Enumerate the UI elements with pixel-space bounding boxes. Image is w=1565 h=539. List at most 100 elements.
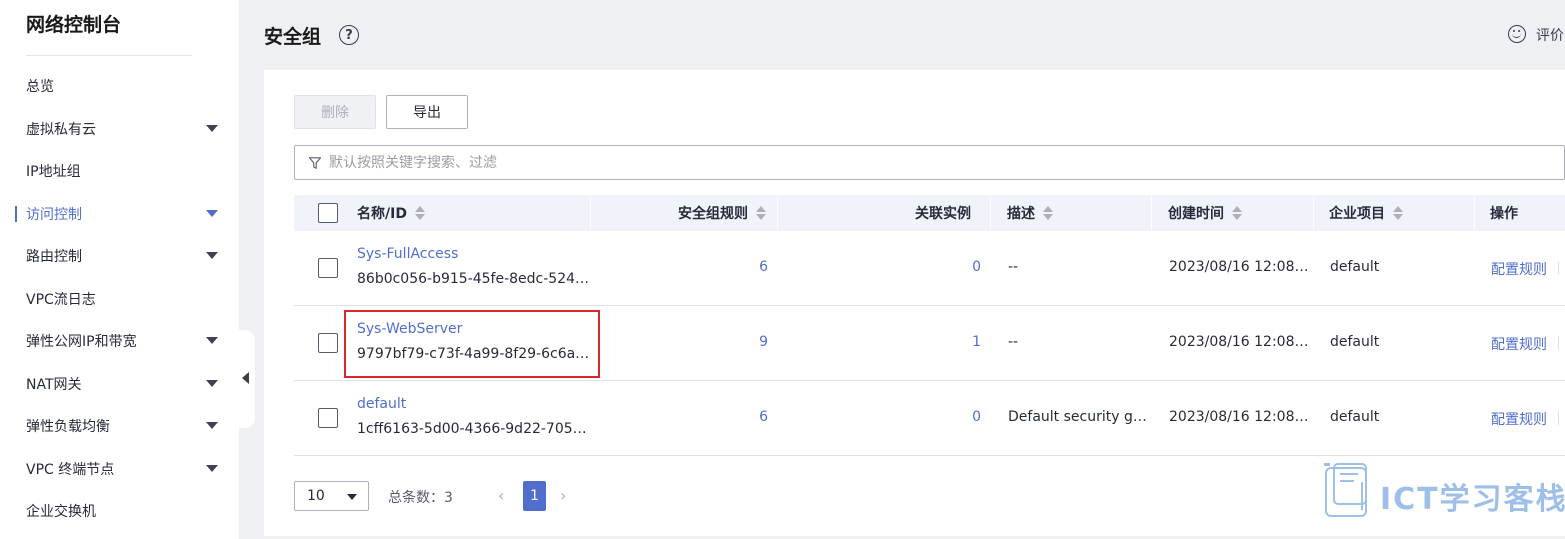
column-divider [590, 197, 591, 229]
row-checkbox[interactable] [318, 333, 338, 353]
column-header-created[interactable]: 创建时间 [1168, 195, 1242, 231]
sidebar-item-vpc-endpoint[interactable]: VPC 终端节点 [0, 452, 239, 486]
active-indicator [15, 206, 17, 222]
book-icon [1324, 463, 1367, 517]
chevron-down-icon [206, 337, 218, 344]
column-divider [1151, 197, 1152, 229]
sidebar-item-label: 总览 [26, 79, 54, 95]
select-all-checkbox[interactable] [318, 203, 338, 223]
column-header-project[interactable]: 企业项目 [1329, 195, 1403, 231]
rate-link[interactable]: 评价 [1536, 25, 1564, 45]
sidebar-item-label: 弹性负载均衡 [26, 419, 110, 435]
sidebar-item-vpc[interactable]: 虚拟私有云 [0, 112, 239, 146]
chevron-down-icon [206, 465, 218, 472]
action-divider [1558, 336, 1559, 350]
total-count: 总条数：3 [388, 490, 453, 506]
security-group-id: 1cff6163-5d00-4366-9d22-705… [357, 421, 587, 437]
sidebar-divider [26, 55, 192, 56]
security-group-name-link[interactable]: Sys-FullAccess [357, 246, 458, 262]
rules-count-link[interactable]: 9 [759, 334, 768, 350]
rules-count-link[interactable]: 6 [759, 259, 768, 275]
sidebar-item-enterprise-switch[interactable]: 企业交换机 [0, 494, 239, 528]
table-row: Sys-FullAccess 86b0c056-b915-45fe-8edc-5… [294, 231, 1565, 306]
description-cell: -- [1008, 334, 1019, 350]
column-divider [777, 197, 778, 229]
sidebar: 网络控制台 总览 虚拟私有云 IP地址组 访问控制 路由控制 VPC流日志 弹性… [0, 0, 239, 539]
configure-rules-link[interactable]: 配置规则 [1491, 334, 1547, 354]
watermark-logo: ICT学习客栈 [1322, 462, 1565, 522]
smiley-icon[interactable] [1508, 25, 1526, 43]
created-time-cell: 2023/08/16 12:08… [1169, 259, 1309, 275]
sort-icon[interactable] [1232, 205, 1242, 221]
chevron-down-icon [347, 494, 357, 500]
sidebar-item-access-control[interactable]: 访问控制 [0, 197, 239, 231]
column-header-description[interactable]: 描述 [1007, 195, 1053, 231]
export-button[interactable]: 导出 [386, 95, 468, 129]
instances-count-link[interactable]: 1 [972, 334, 981, 350]
configure-rules-link[interactable]: 配置规则 [1491, 409, 1547, 429]
page-title: 安全组 [264, 26, 322, 48]
instances-count-link[interactable]: 0 [972, 409, 981, 425]
security-group-name-link[interactable]: default [357, 396, 406, 412]
sidebar-collapse-handle[interactable] [239, 330, 255, 428]
chevron-down-icon [206, 210, 218, 217]
watermark-text: ICT学习客栈 [1380, 482, 1565, 517]
sidebar-item-label: 虚拟私有云 [26, 122, 96, 138]
chevron-left-icon [242, 372, 249, 384]
sidebar-item-vpc-flow-log[interactable]: VPC流日志 [0, 282, 239, 316]
column-header-name[interactable]: 名称/ID [357, 195, 425, 231]
sidebar-item-label: NAT网关 [26, 377, 82, 393]
sidebar-item-eip-bandwidth[interactable]: 弹性公网IP和带宽 [0, 324, 239, 358]
column-divider [1474, 197, 1475, 229]
sort-icon[interactable] [1393, 205, 1403, 221]
console-title: 网络控制台 [26, 14, 122, 36]
sidebar-item-label: 弹性公网IP和带宽 [26, 334, 137, 350]
search-input[interactable] [329, 154, 1429, 171]
page-number-button[interactable]: 1 [523, 481, 546, 511]
row-checkbox[interactable] [318, 258, 338, 278]
sidebar-item-overview[interactable]: 总览 [0, 69, 239, 103]
help-icon[interactable]: ? [339, 25, 359, 45]
sort-icon[interactable] [1043, 205, 1053, 221]
column-header-actions: 操作 [1490, 206, 1518, 222]
sidebar-item-elb[interactable]: 弹性负载均衡 [0, 409, 239, 443]
row-checkbox[interactable] [318, 408, 338, 428]
table-header: 名称/ID 安全组规则 关联实例 描述 创建时间 企业项目 操作 [294, 195, 1565, 231]
sidebar-item-ip-group[interactable]: IP地址组 [0, 154, 239, 188]
next-page-button[interactable]: › [560, 486, 574, 506]
sidebar-item-label: 企业交换机 [26, 504, 96, 520]
sidebar-item-route-control[interactable]: 路由控制 [0, 239, 239, 273]
page-size-value: 10 [307, 488, 325, 504]
project-cell: default [1330, 409, 1380, 425]
project-cell: default [1330, 334, 1380, 350]
configure-rules-link[interactable]: 配置规则 [1491, 259, 1547, 279]
created-time-cell: 2023/08/16 12:08… [1169, 334, 1309, 350]
created-time-cell: 2023/08/16 12:08… [1169, 409, 1309, 425]
sidebar-item-label: 路由控制 [26, 249, 82, 265]
action-divider [1558, 411, 1559, 425]
column-divider [990, 197, 991, 229]
action-divider [1558, 261, 1559, 275]
project-cell: default [1330, 259, 1380, 275]
sort-icon[interactable] [756, 205, 766, 221]
description-cell: Default security g… [1008, 409, 1147, 425]
column-header-rules[interactable]: 安全组规则 [678, 195, 766, 231]
prev-page-button[interactable]: ‹ [498, 486, 512, 506]
search-bar[interactable] [294, 145, 1565, 180]
rules-count-link[interactable]: 6 [759, 409, 768, 425]
instances-count-link[interactable]: 0 [972, 259, 981, 275]
description-cell: -- [1008, 259, 1019, 275]
sidebar-item-nat-gateway[interactable]: NAT网关 [0, 367, 239, 401]
page-size-select[interactable]: 10 [294, 481, 369, 511]
column-header-instances: 关联实例 [915, 206, 971, 222]
chevron-down-icon [206, 125, 218, 132]
sidebar-item-label: VPC流日志 [26, 292, 96, 308]
sort-icon[interactable] [414, 205, 425, 221]
security-group-id: 86b0c056-b915-45fe-8edc-524… [357, 271, 590, 287]
chevron-down-icon [206, 380, 218, 387]
sidebar-item-label: 访问控制 [26, 207, 82, 223]
chevron-down-icon [206, 422, 218, 429]
delete-button[interactable]: 删除 [294, 95, 376, 129]
sidebar-item-label: VPC 终端节点 [26, 462, 115, 478]
filter-icon [309, 156, 321, 169]
